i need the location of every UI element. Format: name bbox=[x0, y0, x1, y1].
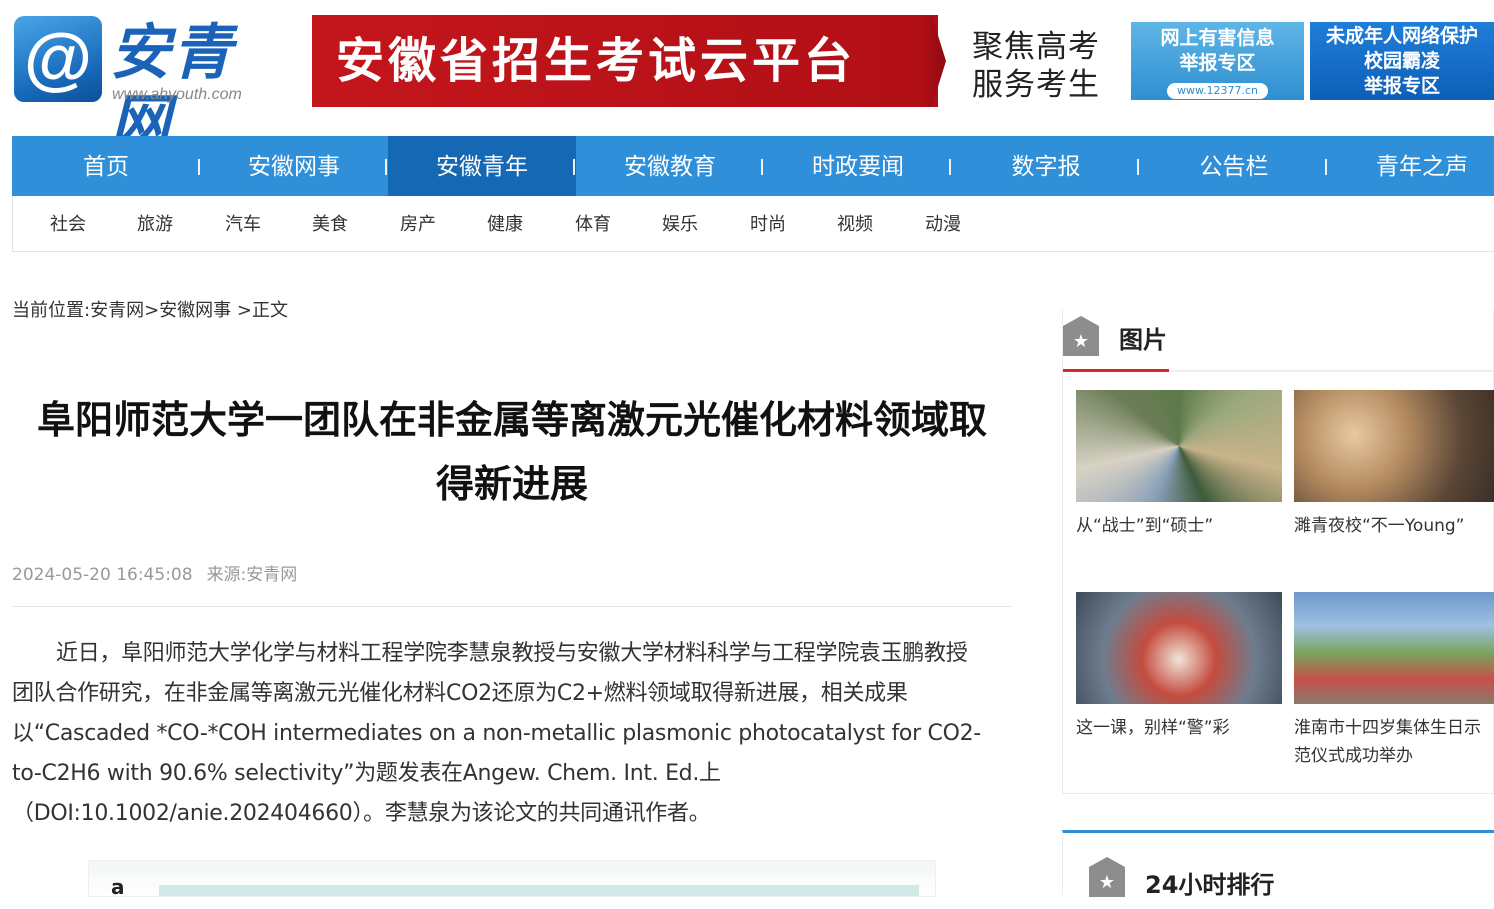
nav-divider bbox=[385, 159, 387, 175]
article-source: 来源:安青网 bbox=[206, 565, 298, 585]
picture-thumbnail[interactable] bbox=[1294, 592, 1494, 704]
breadcrumb: 当前位置:安青网>安徽网事 >正文 bbox=[12, 296, 288, 322]
nav-divider bbox=[1325, 159, 1327, 175]
site-logo[interactable]: @ 安青网 www.ahyouth.com bbox=[14, 16, 274, 158]
subnav-item-auto[interactable]: 汽车 bbox=[225, 196, 261, 254]
nav-item-anhui-youth[interactable]: 安徽青年 bbox=[388, 136, 576, 196]
article-meta: 2024-05-20 16:45:08 来源:安青网 bbox=[12, 560, 311, 585]
picture-caption[interactable]: 这一课，别样“警”彩 bbox=[1076, 714, 1276, 742]
article-paragraph-line: （DOI:10.1002/anie.202404660）。李慧泉为该论文的共同通… bbox=[12, 801, 711, 826]
badge1-url: www.12377.cn bbox=[1167, 83, 1268, 99]
article-paragraph-line: 以“Cascaded *CO-*COH intermediates on a n… bbox=[12, 721, 981, 746]
article-paragraph-line: 团队合作研究，在非金属等离激元光催化材料CO2还原为C2+燃料领域取得新进展，相… bbox=[12, 681, 908, 706]
picture-thumbnail[interactable] bbox=[1076, 390, 1282, 502]
nav-item-anhui-education[interactable]: 安徽教育 bbox=[576, 136, 764, 196]
picture-caption[interactable]: 从“战士”到“硕士” bbox=[1076, 512, 1276, 540]
publish-date: 2024-05-20 16:45:08 bbox=[12, 565, 193, 585]
banner-slogan[interactable]: 聚焦高考 服务考生 bbox=[972, 28, 1112, 104]
nav-divider bbox=[949, 159, 951, 175]
subnav-item-realestate[interactable]: 房产 bbox=[400, 196, 436, 254]
harmful-info-report-badge[interactable]: 网上有害信息 举报专区 www.12377.cn bbox=[1131, 22, 1304, 100]
pictures-panel: ★ 图片 从“战士”到“硕士” 濉青夜校“不一Young” 这一课，别样“警”彩… bbox=[1062, 310, 1494, 794]
star-badge-icon: ★ bbox=[1063, 316, 1099, 356]
subnav-item-travel[interactable]: 旅游 bbox=[137, 196, 173, 254]
logo-at-icon: @ bbox=[14, 16, 102, 102]
sub-nav: 社会 旅游 汽车 美食 房产 健康 体育 娱乐 时尚 视频 动漫 bbox=[12, 196, 1494, 252]
subnav-item-entertainment[interactable]: 娱乐 bbox=[662, 196, 698, 254]
article-paragraph-line: to-C2H6 with 90.6% selectivity”为题发表在Ange… bbox=[12, 761, 721, 786]
nav-item-home[interactable]: 首页 bbox=[12, 136, 200, 196]
article-figure: a bbox=[88, 860, 936, 899]
figure-graphic bbox=[159, 885, 919, 896]
subnav-item-society[interactable]: 社会 bbox=[50, 196, 86, 254]
banner-slogan-line2: 服务考生 bbox=[972, 67, 1100, 103]
picture-caption[interactable]: 濉青夜校“不一Young” bbox=[1294, 512, 1494, 540]
nav-item-digital-paper[interactable]: 数字报 bbox=[952, 136, 1140, 196]
subnav-item-video[interactable]: 视频 bbox=[837, 196, 873, 254]
badge1-line2: 举报专区 bbox=[1179, 52, 1256, 74]
minor-protection-report-badge[interactable]: 未成年人网络保护 校园霸凌 举报专区 bbox=[1310, 22, 1494, 100]
article-title-line2: 得新进展 bbox=[435, 462, 588, 506]
article-body: 近日，阜阳师范大学化学与材料工程学院李慧泉教授与安徽大学材料科学与工程学院袁玉鹏… bbox=[12, 634, 1012, 834]
pictures-title: 图片 bbox=[1119, 326, 1167, 354]
badge1-line1: 网上有害信息 bbox=[1160, 27, 1275, 49]
pictures-underline bbox=[1063, 369, 1169, 372]
figure-panel-label: a bbox=[111, 875, 125, 899]
meta-divider bbox=[12, 606, 1012, 607]
nav-item-politics[interactable]: 时政要闻 bbox=[764, 136, 952, 196]
star-badge-icon: ★ bbox=[1089, 857, 1125, 897]
nav-divider bbox=[761, 159, 763, 175]
subnav-item-health[interactable]: 健康 bbox=[487, 196, 523, 254]
subnav-item-sports[interactable]: 体育 bbox=[575, 196, 611, 254]
article-paragraph-line: 近日，阜阳师范大学化学与材料工程学院李慧泉教授与安徽大学材料科学与工程学院袁玉鹏… bbox=[56, 641, 968, 666]
picture-thumbnail[interactable] bbox=[1294, 390, 1494, 502]
subnav-item-fashion[interactable]: 时尚 bbox=[750, 196, 786, 254]
breadcrumb-path[interactable]: 安青网>安徽网事 >正文 bbox=[90, 300, 288, 321]
nav-divider bbox=[1137, 159, 1139, 175]
nav-divider bbox=[573, 159, 575, 175]
site-header: @ 安青网 www.ahyouth.com 安徽省招生考试云平台 聚焦高考 服务… bbox=[0, 0, 1494, 158]
badge2-line1: 未成年人网络保护 bbox=[1325, 25, 1478, 47]
badge2-line3: 举报专区 bbox=[1363, 75, 1440, 97]
banner-arrow-decoration bbox=[922, 15, 946, 107]
subnav-item-anime[interactable]: 动漫 bbox=[925, 196, 961, 254]
exam-platform-banner[interactable]: 安徽省招生考试云平台 bbox=[312, 15, 938, 107]
breadcrumb-prefix: 当前位置: bbox=[12, 300, 91, 321]
main-nav: 首页 安徽网事 安徽青年 安徽教育 时政要闻 数字报 公告栏 青年之声 bbox=[12, 136, 1494, 196]
pictures-header: ★ 图片 bbox=[1063, 310, 1494, 372]
badge2-line2: 校园霸凌 bbox=[1363, 50, 1440, 72]
nav-item-bulletin[interactable]: 公告栏 bbox=[1140, 136, 1328, 196]
nav-item-anhui-news[interactable]: 安徽网事 bbox=[200, 136, 388, 196]
picture-caption[interactable]: 淮南市十四岁集体生日示范仪式成功举办 bbox=[1294, 714, 1490, 770]
picture-thumbnail[interactable] bbox=[1076, 592, 1282, 704]
ranking-panel: ★ 24小时排行 bbox=[1062, 830, 1494, 899]
article-title: 阜阳师范大学一团队在非金属等离激元光催化材料领域取 得新进展 bbox=[12, 388, 1012, 516]
nav-item-youth-voice[interactable]: 青年之声 bbox=[1328, 136, 1494, 196]
article-title-line1: 阜阳师范大学一团队在非金属等离激元光催化材料领域取 bbox=[36, 398, 987, 442]
subnav-item-food[interactable]: 美食 bbox=[312, 196, 348, 254]
banner-slogan-line1: 聚焦高考 bbox=[972, 29, 1100, 65]
logo-url: www.ahyouth.com bbox=[112, 86, 242, 103]
